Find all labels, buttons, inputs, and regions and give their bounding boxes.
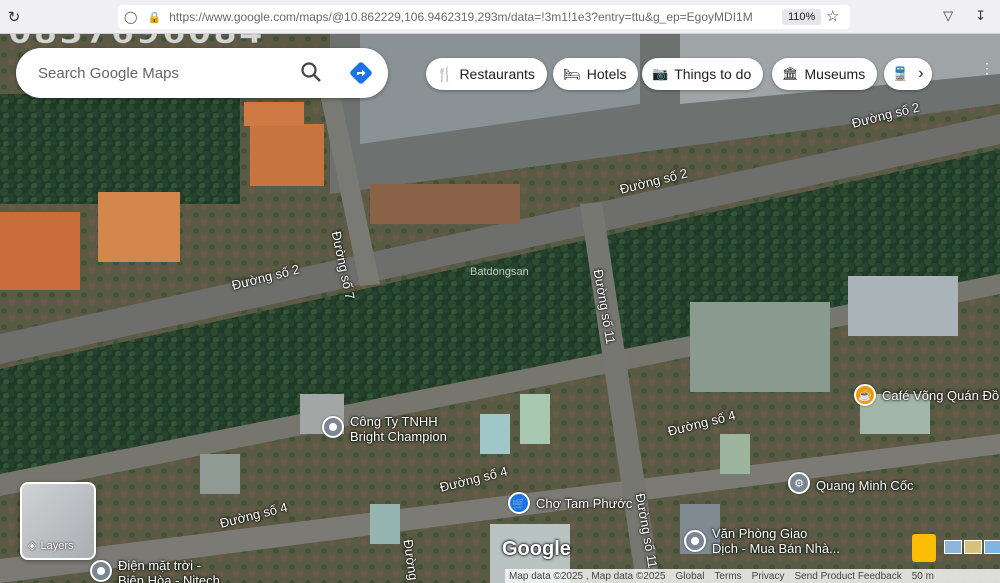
map-footer: Map data ©2025 , Map data ©2025 Global T… xyxy=(505,569,1000,583)
pocket-icon[interactable]: ▽ xyxy=(943,8,953,24)
train-icon: 🚆 xyxy=(892,66,909,81)
chip-label: Hotels xyxy=(586,66,627,82)
shield-icon: ◯ xyxy=(124,10,138,24)
grid-menu-icon[interactable]: ⋮⋮ xyxy=(980,60,1000,77)
poi-pin-icon[interactable] xyxy=(684,530,706,552)
search-icon[interactable] xyxy=(300,61,322,88)
bed-icon: 🛏 xyxy=(563,65,581,82)
search-box[interactable] xyxy=(16,48,388,98)
terms-link[interactable]: Terms xyxy=(714,571,741,582)
layers-label: Layers xyxy=(40,539,74,552)
zoom-level[interactable]: 110% xyxy=(782,9,822,25)
camera-icon: 📷 xyxy=(652,66,669,81)
reload-icon[interactable]: ↻ xyxy=(4,7,24,27)
poi-label[interactable]: Văn Phòng Giao Dịch - Mua Bán Nhà... xyxy=(712,526,840,556)
search-input[interactable] xyxy=(38,64,278,82)
tile-icon[interactable] xyxy=(944,540,962,554)
chip-transit[interactable]: 🚆 › xyxy=(884,58,932,90)
browser-toolbar: ↻ ◯ 🔒 https://www.google.com/maps/@10.86… xyxy=(0,0,1000,34)
shopping-cart-icon[interactable]: 🛒 xyxy=(508,492,530,514)
poi-label[interactable]: Quang Minh Cốc xyxy=(816,478,914,493)
bookmark-star-icon[interactable]: ☆ xyxy=(826,7,839,25)
coffee-cup-icon[interactable]: ☕ xyxy=(854,384,876,406)
layers-icon: ◈ xyxy=(28,540,37,552)
poi-label[interactable]: Café Võng Quán Đồ xyxy=(882,388,999,403)
museum-icon: 🏛 xyxy=(782,66,799,81)
poi-label[interactable]: Điện mặt trời - Biên Hòa - Nitech xyxy=(118,558,220,583)
chip-label: Museums xyxy=(804,66,866,82)
layers-label-wrap: ◈ Layers xyxy=(28,539,74,553)
tile-icon[interactable] xyxy=(964,540,982,554)
directions-icon[interactable] xyxy=(349,61,373,90)
brand-watermark: Batdongsan xyxy=(470,266,529,278)
poi-pin-icon[interactable] xyxy=(90,560,112,582)
global-link[interactable]: Global xyxy=(676,571,705,582)
gear-icon[interactable]: ⚙ xyxy=(788,472,810,494)
pegman-icon[interactable] xyxy=(912,534,936,562)
poi-pin-icon[interactable] xyxy=(322,416,344,438)
poi-label[interactable]: Công Ty TNHH Bright Champion xyxy=(350,414,447,444)
satellite-map[interactable]: 0837696084 Đường số 2 Đường số 2 Đường s… xyxy=(0,34,1000,583)
chip-restaurants[interactable]: 🍴 Restaurants xyxy=(426,58,547,90)
chip-things-to-do[interactable]: 📷 Things to do xyxy=(642,58,764,90)
layers-button[interactable]: ◈ Layers xyxy=(20,482,96,560)
chip-label: Things to do xyxy=(674,66,752,82)
lock-icon: 🔒 xyxy=(147,11,162,24)
tile-icon[interactable] xyxy=(984,540,1000,554)
chip-museums[interactable]: 🏛 Museums xyxy=(772,58,878,90)
chip-hotels[interactable]: 🛏 Hotels xyxy=(553,58,639,90)
downloads-icon[interactable]: ↧ xyxy=(975,8,986,24)
scale-label: 50 m xyxy=(911,570,934,582)
map-data-credit: Map data ©2025 , Map data ©2025 xyxy=(509,570,666,582)
address-bar[interactable]: ◯ 🔒 https://www.google.com/maps/@10.8622… xyxy=(118,5,850,29)
chip-label: Restaurants xyxy=(459,66,535,82)
chevron-right-icon[interactable]: › xyxy=(918,65,923,83)
poi-label[interactable]: Chợ Tam Phước xyxy=(536,496,632,511)
url-text: https://www.google.com/maps/@10.862229,1… xyxy=(169,10,753,24)
privacy-link[interactable]: Privacy xyxy=(752,571,785,582)
fork-knife-icon: 🍴 xyxy=(436,65,454,82)
map-type-tiles[interactable] xyxy=(944,540,1000,554)
feedback-link[interactable]: Send Product Feedback xyxy=(794,571,901,582)
google-logo: Google xyxy=(502,538,571,560)
